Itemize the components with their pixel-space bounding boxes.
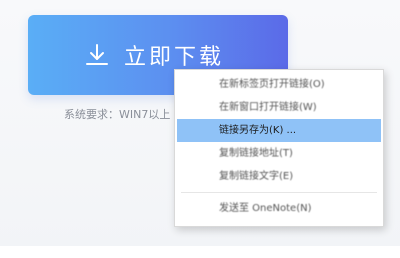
bottom-strip [0,246,400,258]
system-requirement-text: 系统要求：WIN7以上 [64,108,171,121]
menu-item-send-to-onenote[interactable]: 发送至 OneNote(N) [175,197,383,220]
menu-item-save-link-as[interactable]: 链接另存为(K) ... [177,119,381,142]
menu-item-copy-link-text[interactable]: 复制链接文字(E) [175,165,383,188]
download-button-label: 立即下载 [123,45,224,70]
menu-item-open-new-window[interactable]: 在新窗口打开链接(W) [175,96,383,119]
menu-item-open-new-tab[interactable]: 在新标签页打开链接(O) [175,73,383,96]
download-arrow-icon [84,42,110,68]
menu-separator [181,192,377,193]
context-menu: 在新标签页打开链接(O) 在新窗口打开链接(W) 链接另存为(K) ... 复制… [174,69,384,227]
menu-item-copy-link-address[interactable]: 复制链接地址(T) [175,142,383,165]
